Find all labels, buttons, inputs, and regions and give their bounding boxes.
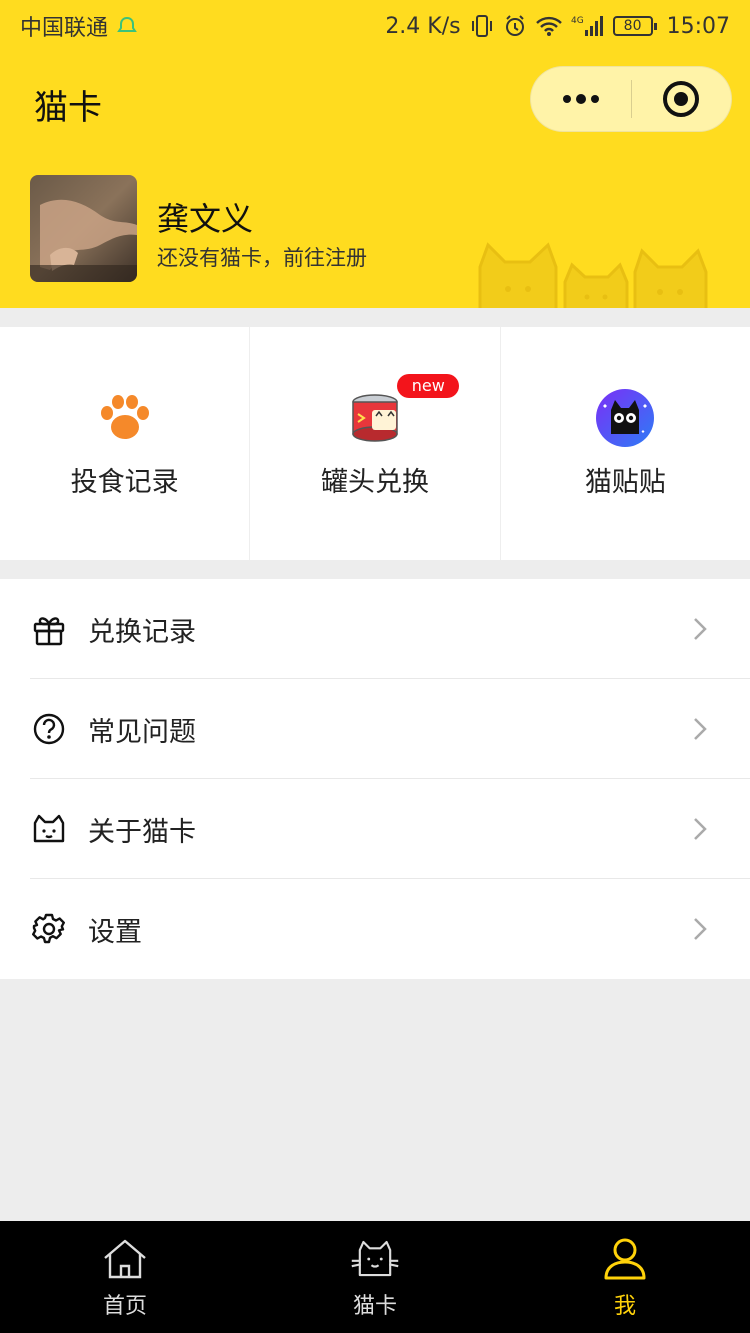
alarm-icon — [503, 14, 527, 38]
avatar[interactable] — [30, 175, 137, 282]
menu-item-label: 关于猫卡 — [88, 816, 196, 848]
tab-label: 首页 — [102, 1294, 147, 1319]
menu-list: 兑换记录 常见问题 关于猫卡 设置 — [0, 579, 750, 979]
cat-sticker-icon — [595, 388, 655, 448]
question-icon — [30, 710, 68, 748]
net-speed: 2.4 K/s — [385, 13, 461, 39]
profile-header: 猫卡 龚文义 还没有猫卡，前往注册 — [0, 52, 750, 308]
tab-label: 猫卡 — [352, 1294, 397, 1319]
tab-bar: 首页 猫卡 我 — [0, 1221, 750, 1333]
grid-item-feeding-records[interactable]: 投食记录 — [0, 327, 251, 560]
signal-icon: 4G — [571, 14, 605, 38]
register-prompt[interactable]: 还没有猫卡，前往注册 — [157, 242, 367, 272]
grid-item-label: 罐头兑换 — [320, 467, 429, 498]
status-bar: 中国联通 2.4 K/s 4G 80 15:07 — [0, 0, 750, 52]
page-title: 猫卡 — [34, 88, 102, 128]
wifi-icon — [535, 15, 563, 37]
vibrate-icon — [469, 14, 495, 38]
cat-face-icon — [30, 810, 68, 848]
paw-icon — [95, 388, 155, 448]
tab-home[interactable]: 首页 — [0, 1221, 250, 1333]
tab-label: 我 — [613, 1294, 636, 1319]
menu-item-label: 设置 — [88, 916, 142, 948]
gift-icon — [30, 610, 68, 648]
menu-item-label: 兑换记录 — [88, 616, 196, 648]
grid-item-label: 投食记录 — [70, 467, 179, 498]
notification-icon — [116, 15, 138, 37]
close-button[interactable] — [632, 66, 732, 132]
more-button[interactable] — [531, 66, 631, 132]
carrier-name: 中国联通 — [20, 16, 109, 41]
grid-item-cat-stickers[interactable]: 猫贴贴 — [501, 327, 750, 560]
chevron-right-icon — [686, 815, 714, 843]
menu-item-faq[interactable]: 常见问题 — [0, 679, 750, 779]
tab-me[interactable]: 我 — [500, 1221, 750, 1333]
target-close-icon — [663, 81, 700, 117]
chevron-right-icon — [686, 615, 714, 643]
gear-icon — [30, 910, 68, 948]
mini-program-capsule — [530, 66, 732, 132]
clock: 15:07 — [666, 13, 730, 39]
cat-tab-icon — [350, 1234, 400, 1284]
menu-item-settings[interactable]: 设置 — [0, 879, 750, 979]
menu-item-exchange-records[interactable]: 兑换记录 — [0, 579, 750, 679]
tab-cat-card[interactable]: 猫卡 — [250, 1221, 500, 1333]
home-icon — [100, 1234, 150, 1284]
grid-item-can-exchange[interactable]: new 罐头兑换 — [250, 327, 501, 560]
username: 龚文义 — [157, 200, 254, 238]
menu-item-about[interactable]: 关于猫卡 — [0, 779, 750, 879]
battery-indicator: 80 — [612, 16, 657, 36]
chevron-right-icon — [686, 915, 714, 943]
cats-decoration-icon — [478, 242, 708, 308]
svg-text:4G: 4G — [571, 16, 584, 26]
more-dots-icon — [562, 94, 599, 104]
grid-item-label: 猫贴贴 — [584, 467, 666, 498]
can-icon — [345, 388, 405, 448]
chevron-right-icon — [686, 715, 714, 743]
menu-item-label: 常见问题 — [88, 716, 196, 748]
feature-grid: 投食记录 new 罐头兑换 猫贴贴 — [0, 327, 750, 560]
person-icon — [600, 1234, 650, 1284]
new-badge: new — [397, 374, 460, 398]
